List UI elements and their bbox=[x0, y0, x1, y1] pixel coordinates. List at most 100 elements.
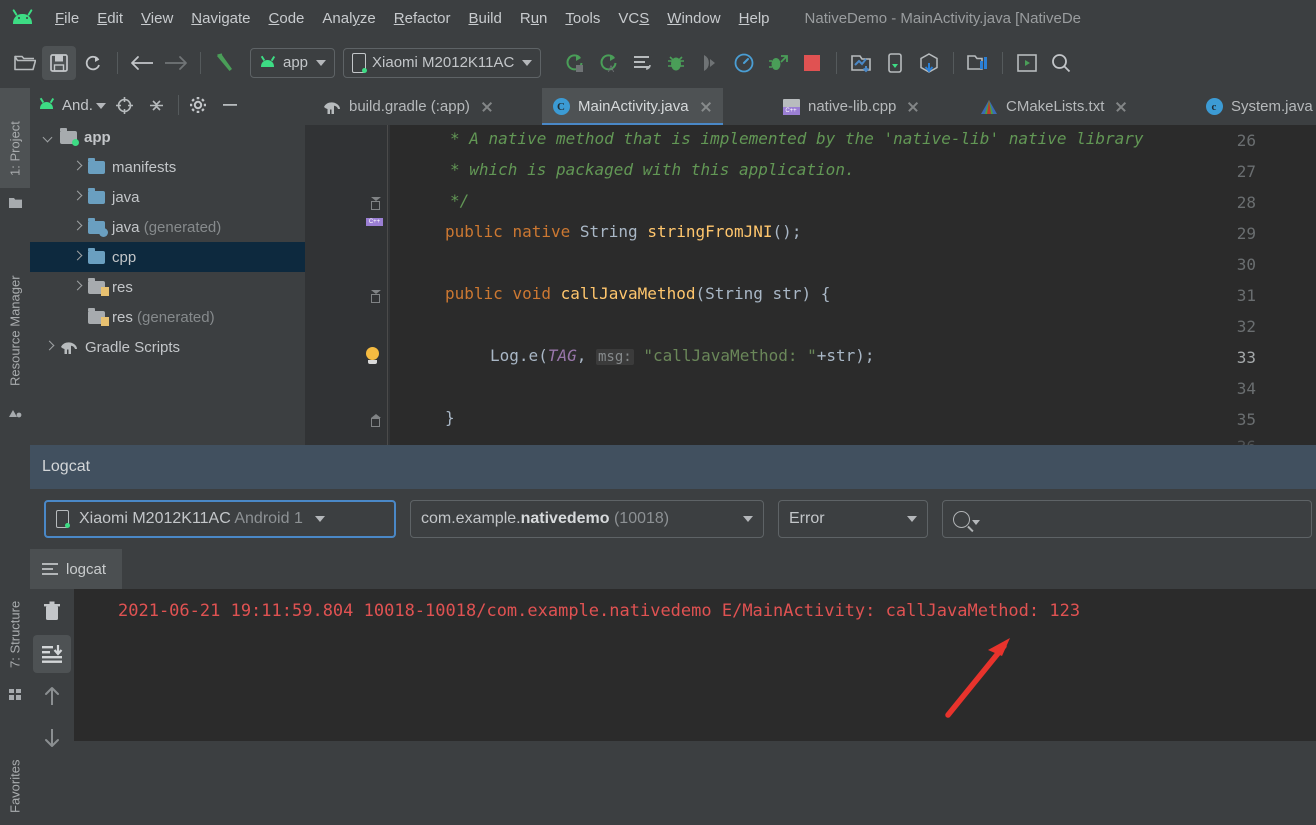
collapse-all-icon[interactable] bbox=[144, 92, 170, 118]
logcat-output[interactable]: 2021-06-21 19:11:59.804 10018-10018/com.… bbox=[74, 589, 1316, 741]
fold-marker-31[interactable] bbox=[370, 290, 382, 303]
tree-node-res-generated[interactable]: res (generated) bbox=[30, 302, 305, 332]
menu-analyze[interactable]: Analyze bbox=[313, 7, 384, 30]
menu-run[interactable]: Run bbox=[511, 7, 557, 30]
close-icon-3[interactable] bbox=[906, 100, 920, 114]
profiler-icon[interactable] bbox=[727, 46, 761, 80]
tree-node-app[interactable]: app bbox=[30, 122, 305, 152]
toolbar-divider-4 bbox=[953, 51, 955, 74]
code-line-31: public void callJavaMethod(String str) { bbox=[445, 284, 831, 303]
menu-vcs[interactable]: VCS bbox=[609, 7, 658, 30]
logcat-tab-logcat[interactable]: logcat bbox=[30, 549, 123, 589]
search-everywhere-icon[interactable] bbox=[1044, 46, 1078, 80]
sync-refresh-icon[interactable] bbox=[76, 46, 110, 80]
sidebar-item-resource-manager[interactable]: Resource Manager bbox=[0, 233, 30, 398]
clear-logcat-icon[interactable] bbox=[33, 593, 71, 631]
menu-edit[interactable]: Edit bbox=[88, 7, 132, 30]
tree-node-manifests[interactable]: manifests bbox=[30, 152, 305, 182]
apply-changes-icon[interactable]: A bbox=[591, 46, 625, 80]
navigate-back-icon[interactable] bbox=[125, 46, 159, 80]
tab-label-cmakelists: CMakeLists.txt bbox=[1006, 98, 1105, 115]
native-declaration-gutter-icon[interactable] bbox=[366, 226, 383, 242]
attach-debugger-icon[interactable] bbox=[761, 46, 795, 80]
logcat-filter-field[interactable] bbox=[980, 509, 1301, 529]
chevron-right-icon-5[interactable] bbox=[70, 280, 84, 294]
line-number-36: 36 bbox=[1237, 437, 1256, 445]
close-icon-2[interactable] bbox=[699, 100, 713, 114]
scroll-to-end-icon[interactable] bbox=[33, 635, 71, 673]
gradle-sync-icon[interactable] bbox=[912, 46, 946, 80]
fold-marker-28[interactable] bbox=[370, 197, 382, 210]
fold-marker-35[interactable] bbox=[370, 414, 382, 427]
android-view-icon bbox=[38, 97, 56, 112]
line-number-30: 30 bbox=[1236, 255, 1256, 274]
logcat-process-label: com.example.nativedemo (10018) bbox=[421, 510, 670, 527]
chevron-down-icon[interactable] bbox=[42, 130, 56, 144]
tab-cmakelists-txt[interactable]: CMakeLists.txt bbox=[970, 88, 1138, 125]
toolbar-divider-3 bbox=[836, 51, 838, 74]
menu-tools[interactable]: Tools bbox=[556, 7, 609, 30]
toolbar-divider-2 bbox=[200, 51, 201, 74]
run-configuration-selector[interactable]: app bbox=[250, 47, 336, 78]
navigate-forward-icon[interactable] bbox=[159, 46, 193, 80]
build-hammer-icon[interactable] bbox=[208, 46, 242, 80]
menu-file[interactable]: File bbox=[46, 7, 88, 30]
tab-mainactivity-java[interactable]: C MainActivity.java bbox=[542, 88, 723, 125]
close-icon[interactable] bbox=[480, 100, 494, 114]
logcat-device-selector[interactable]: Xiaomi M2012K11AC Android 1 bbox=[44, 500, 396, 538]
tree-node-res[interactable]: res bbox=[30, 272, 305, 302]
next-occurrence-icon[interactable] bbox=[33, 719, 71, 757]
menu-window[interactable]: Window bbox=[658, 7, 729, 30]
sidebar-item-structure[interactable]: 7: Structure bbox=[0, 560, 30, 680]
tree-node-java-generated[interactable]: java (generated) bbox=[30, 212, 305, 242]
menu-help[interactable]: Help bbox=[730, 7, 779, 30]
run-icon[interactable] bbox=[557, 46, 591, 80]
tab-build-gradle[interactable]: build.gradle (:app) bbox=[313, 88, 504, 125]
close-icon-4[interactable] bbox=[1114, 100, 1128, 114]
menu-refactor[interactable]: Refactor bbox=[385, 7, 460, 30]
hide-panel-icon[interactable] bbox=[217, 92, 243, 118]
chevron-right-icon[interactable] bbox=[70, 160, 84, 174]
menu-view[interactable]: View bbox=[132, 7, 182, 30]
logcat-process-selector[interactable]: com.example.nativedemo (10018) bbox=[410, 500, 764, 538]
code-line-35: } bbox=[445, 408, 455, 427]
chevron-right-icon-3[interactable] bbox=[70, 220, 84, 234]
sdk-manager-icon[interactable] bbox=[844, 46, 878, 80]
tab-system-java[interactable]: c System.java bbox=[1195, 88, 1316, 125]
logcat-search-input[interactable] bbox=[942, 500, 1312, 538]
menu-code[interactable]: Code bbox=[260, 7, 314, 30]
line-number-28: 28 bbox=[1236, 193, 1256, 212]
tree-node-java[interactable]: java bbox=[30, 182, 305, 212]
search-options-chevron-icon[interactable] bbox=[972, 519, 980, 525]
open-folder-icon[interactable] bbox=[8, 46, 42, 80]
settings-gear-icon[interactable] bbox=[185, 92, 211, 118]
sidebar-item-favorites[interactable]: Favorites bbox=[0, 720, 30, 825]
stop-icon[interactable] bbox=[795, 46, 829, 80]
run-to-cursor-icon[interactable] bbox=[693, 46, 727, 80]
tab-native-lib-cpp[interactable]: native-lib.cpp bbox=[772, 88, 930, 125]
project-view-label[interactable]: And. bbox=[62, 97, 106, 114]
apply-code-changes-icon[interactable] bbox=[625, 46, 659, 80]
code-editor[interactable]: 26 27 28 29 30 31 32 33 34 35 * A native… bbox=[305, 125, 1316, 445]
menu-navigate[interactable]: Navigate bbox=[182, 7, 259, 30]
previous-occurrence-icon[interactable] bbox=[33, 677, 71, 715]
menu-build[interactable]: Build bbox=[459, 7, 510, 30]
tree-node-gradle-scripts[interactable]: Gradle Scripts bbox=[30, 332, 305, 362]
avd-manager-icon[interactable] bbox=[878, 46, 912, 80]
project-structure-icon[interactable] bbox=[961, 46, 995, 80]
save-all-icon[interactable] bbox=[42, 45, 76, 80]
editor-gutter[interactable] bbox=[305, 125, 390, 445]
chevron-right-icon-4[interactable] bbox=[70, 250, 84, 264]
intention-bulb-icon[interactable] bbox=[366, 347, 381, 365]
debug-bug-icon[interactable] bbox=[659, 46, 693, 80]
chevron-right-icon-2[interactable] bbox=[70, 190, 84, 204]
sidebar-item-project[interactable]: 1: Project bbox=[0, 88, 30, 188]
device-selector[interactable]: Xiaomi M2012K11AC bbox=[343, 47, 542, 78]
tree-node-cpp[interactable]: cpp bbox=[30, 242, 305, 272]
layout-inspector-icon[interactable] bbox=[1010, 46, 1044, 80]
logcat-level-selector[interactable]: Error bbox=[778, 500, 928, 538]
chevron-right-icon-6[interactable] bbox=[42, 340, 56, 354]
line-number-31: 31 bbox=[1236, 286, 1256, 305]
locate-icon[interactable] bbox=[112, 92, 138, 118]
